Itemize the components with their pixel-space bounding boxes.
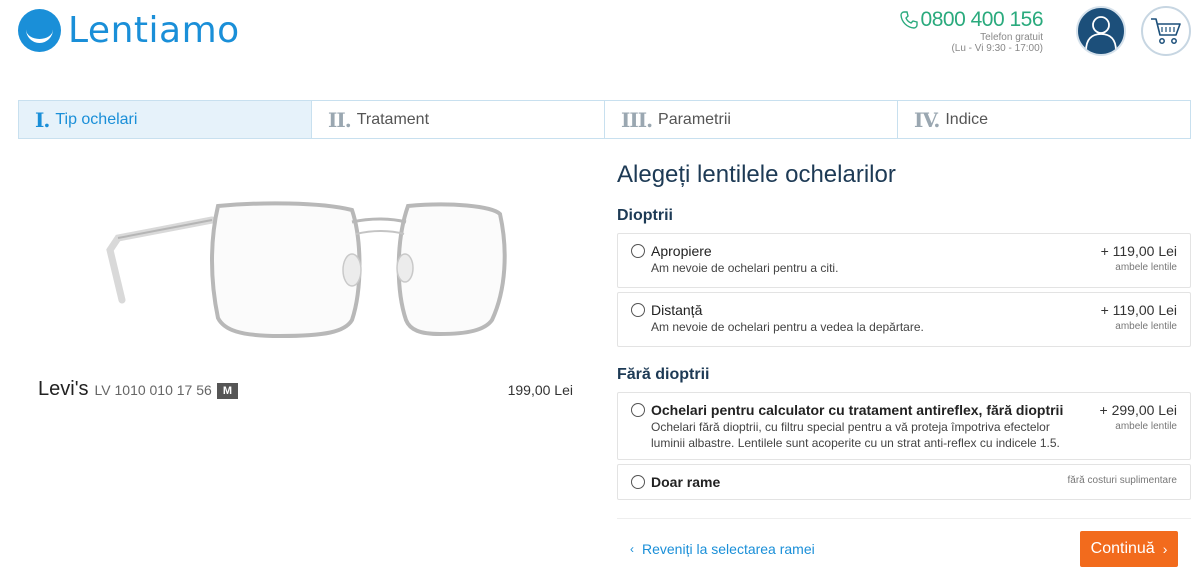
product-brand: Levi's	[38, 378, 89, 400]
option-note: ambele lentile	[1115, 262, 1177, 273]
step-number: IV.	[914, 107, 940, 132]
chevron-left-icon: ‹	[630, 542, 634, 556]
radio-distanta[interactable]	[631, 303, 645, 317]
radio-doar-rame[interactable]	[631, 475, 645, 489]
phone-label: Telefon gratuit	[980, 32, 1043, 43]
step-label: Tratament	[356, 110, 430, 128]
step-label: Indice	[945, 110, 989, 128]
cart-button[interactable]	[1141, 6, 1191, 56]
step-indice[interactable]: IV. Indice	[898, 101, 1190, 138]
option-price: + 119,00 Lei	[1100, 302, 1177, 318]
option-calculator[interactable]: Ochelari pentru calculator cu tratament …	[617, 392, 1191, 460]
option-price: + 299,00 Lei	[1099, 402, 1177, 418]
step-parametrii[interactable]: III. Parametrii	[605, 101, 898, 138]
step-tip-ochelari[interactable]: I. Tip ochelari	[19, 101, 312, 138]
step-tratament[interactable]: II. Tratament	[312, 101, 605, 138]
section-dioptrii: Dioptrii	[617, 207, 673, 224]
step-label: Parametrii	[658, 110, 731, 128]
step-label: Tip ochelari	[55, 110, 138, 128]
phone-number[interactable]: 0800 400 156	[921, 8, 1044, 32]
option-note: ambele lentile	[1115, 321, 1177, 332]
page-title: Alegeți lentilele ochelarilor	[617, 161, 896, 188]
option-description: Am nevoie de ochelari pentru a vedea la …	[651, 320, 924, 334]
continue-button[interactable]: Continuă ›	[1080, 531, 1178, 567]
contact-phone: 0800 400 156 Telefon gratuit (Lu - Vi 9:…	[899, 8, 1044, 54]
logo-icon	[18, 9, 61, 52]
option-note: ambele lentile	[1115, 421, 1177, 432]
phone-hours: (Lu - Vi 9:30 - 17:00)	[951, 43, 1043, 54]
option-description: Am nevoie de ochelari pentru a citi.	[651, 261, 839, 275]
option-title: Doar rame	[651, 474, 721, 490]
radio-apropiere[interactable]	[631, 244, 645, 258]
user-icon	[1085, 16, 1117, 51]
product-model: LV 1010 010 17 56	[94, 382, 212, 398]
product-name: Levi's LV 1010 010 17 56 M	[38, 378, 238, 401]
section-fara-dioptrii: Fără dioptrii	[617, 366, 710, 383]
chevron-right-icon: ›	[1162, 541, 1168, 557]
step-number: II.	[328, 107, 352, 132]
option-distanta[interactable]: Distanță Am nevoie de ochelari pentru a …	[617, 292, 1191, 347]
step-tabs: I. Tip ochelari II. Tratament III. Param…	[18, 100, 1191, 139]
back-link-label: Reveniți la selectarea ramei	[642, 541, 815, 557]
glasses-image	[106, 201, 507, 339]
option-title: Distanță	[651, 302, 703, 318]
option-title: Ochelari pentru calculator cu tratament …	[651, 402, 1064, 418]
option-doar-rame[interactable]: Doar rame fără costuri suplimentare	[617, 464, 1191, 500]
continue-label: Continuă	[1090, 540, 1155, 557]
logo-text: Lentiamo	[68, 10, 240, 51]
option-price: + 119,00 Lei	[1100, 243, 1177, 259]
step-number: III.	[621, 107, 653, 132]
option-description: Ochelari fără dioptrii, cu filtru specia…	[651, 420, 1060, 450]
product-price: 199,00 Lei	[507, 382, 573, 398]
option-title: Apropiere	[651, 243, 712, 259]
account-button[interactable]	[1076, 6, 1126, 56]
back-link[interactable]: ‹ Reveniți la selectarea ramei	[630, 541, 815, 557]
step-number: I.	[35, 107, 50, 132]
option-note: fără costuri suplimentare	[1067, 475, 1178, 486]
size-badge: M	[216, 383, 238, 399]
radio-calculator[interactable]	[631, 403, 645, 417]
cart-icon	[1151, 18, 1181, 44]
option-apropiere[interactable]: Apropiere Am nevoie de ochelari pentru a…	[617, 233, 1191, 288]
phone-icon	[899, 11, 918, 29]
lentiamo-logo[interactable]: Lentiamo	[18, 9, 240, 52]
